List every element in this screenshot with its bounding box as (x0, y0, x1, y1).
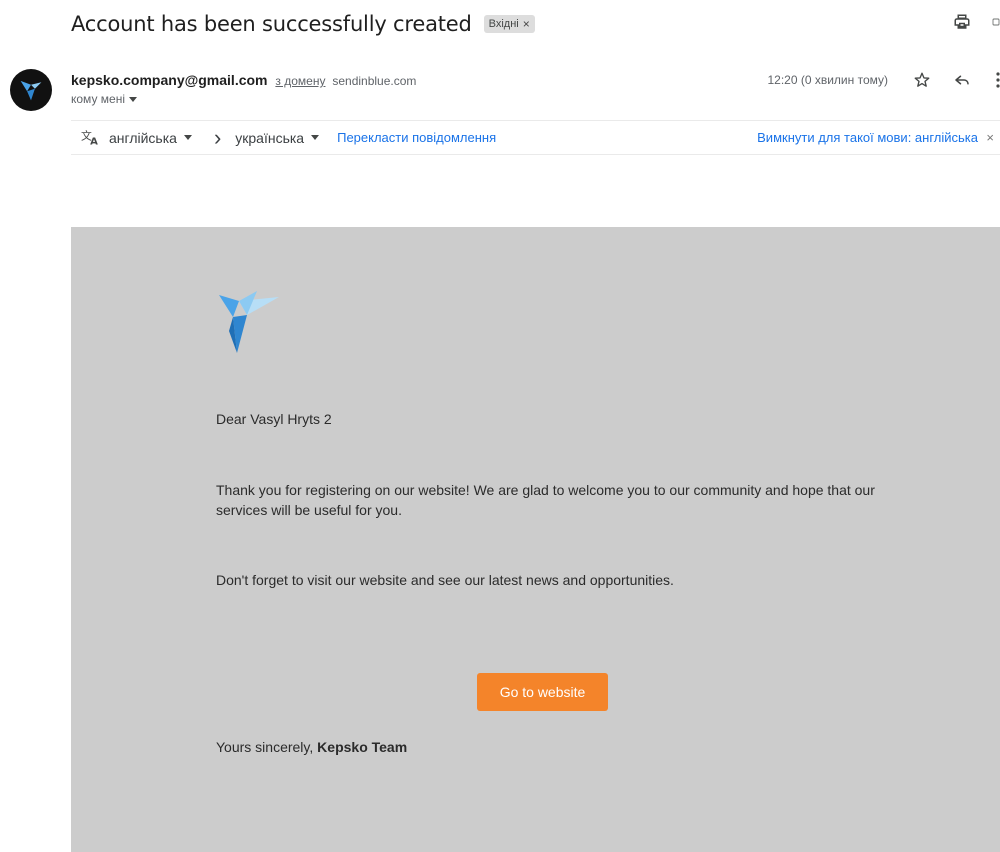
sender-email[interactable]: kepsko.company@gmail.com (71, 72, 268, 88)
close-icon[interactable]: × (986, 130, 994, 145)
sender-line: kepsko.company@gmail.com з домену sendin… (71, 70, 416, 91)
remove-label-button[interactable]: × (523, 17, 530, 31)
chevron-down-icon (129, 96, 137, 102)
target-language-text: українська (235, 129, 305, 146)
top-actions (952, 12, 1000, 32)
signoff-team: Kepsko Team (317, 739, 408, 755)
svg-text:A: A (90, 136, 98, 147)
body-paragraph-2: Don't forget to visit our website and se… (216, 572, 674, 588)
chevron-down-icon (311, 135, 320, 140)
body-paragraph-1: Thank you for registering on our website… (216, 482, 875, 518)
inbox-label-chip[interactable]: Вхідні × (483, 15, 535, 33)
email-body: Dear Vasyl Hryts 2 Thank you for registe… (71, 227, 1000, 852)
inbox-label-text: Вхідні (488, 18, 519, 30)
recipient-text: кому мені (71, 92, 125, 106)
recipient-dropdown[interactable]: кому мені (71, 92, 416, 106)
chevron-right-icon: › (213, 124, 222, 150)
sender-info: kepsko.company@gmail.com з домену sendin… (71, 70, 416, 106)
star-icon[interactable] (912, 70, 932, 90)
greeting: Dear Vasyl Hryts 2 (216, 411, 332, 427)
source-language-text: англійська (109, 129, 177, 146)
disable-translation-link[interactable]: Вимкнути для такої мови: англійська (757, 130, 978, 145)
translate-bar: 文 A англійська › українська Перекласти п… (71, 120, 1000, 155)
translate-icon: 文 A (81, 128, 101, 148)
via-link[interactable]: з домену (275, 74, 325, 88)
go-to-website-button[interactable]: Go to website (477, 673, 608, 711)
source-language-select[interactable]: англійська (109, 130, 192, 146)
print-icon[interactable] (952, 12, 972, 32)
target-language-select[interactable]: українська (235, 129, 320, 146)
reply-icon[interactable] (952, 70, 972, 90)
bird-logo-icon (20, 80, 42, 101)
signoff-prefix: Yours sincerely, (216, 739, 318, 755)
via-domain: sendinblue.com (332, 74, 417, 88)
subject-row: Account has been successfully created Вх… (71, 8, 535, 40)
email-subject: Account has been successfully created (71, 12, 472, 36)
more-vert-icon[interactable] (996, 70, 1000, 90)
signoff: Yours sincerely, Kepsko Team (216, 737, 876, 757)
translate-message-link[interactable]: Перекласти повідомлення (337, 130, 496, 145)
message-time: 12:20 (0 хвилин тому) (767, 73, 888, 87)
chevron-down-icon (183, 135, 192, 140)
bird-logo-icon (217, 287, 281, 360)
message-actions: 12:20 (0 хвилин тому) (767, 70, 1000, 90)
sender-avatar[interactable] (10, 69, 52, 111)
open-in-new-window-icon[interactable] (992, 12, 1000, 32)
